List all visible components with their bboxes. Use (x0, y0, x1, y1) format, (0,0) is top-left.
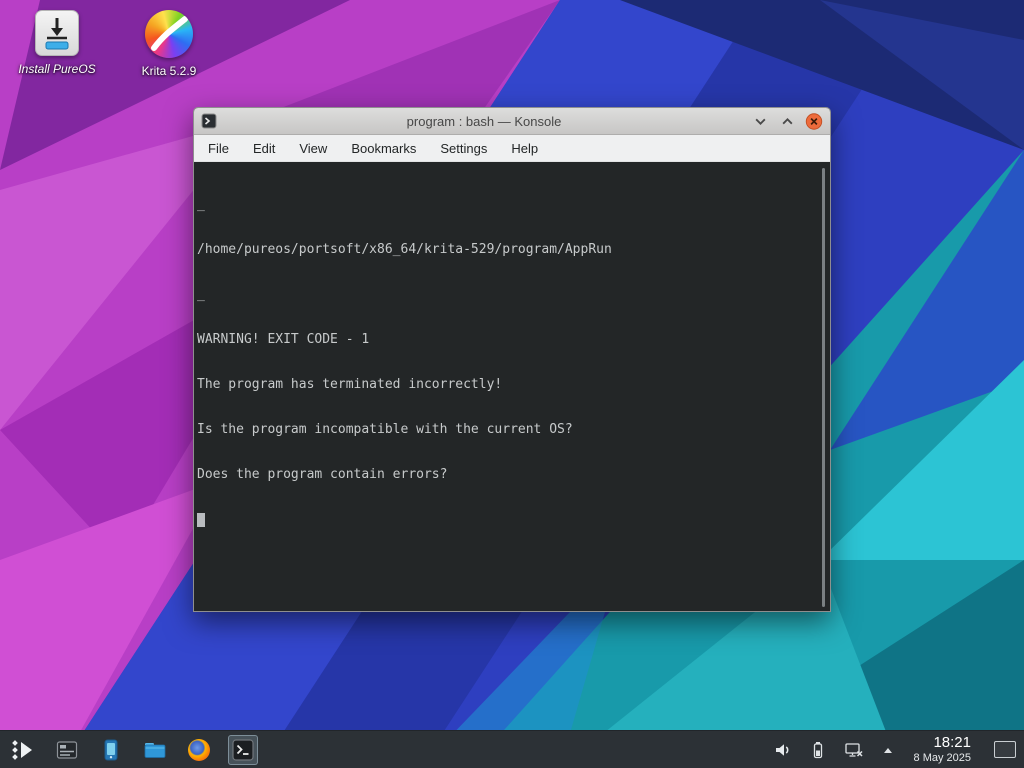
battery-button[interactable] (807, 735, 829, 765)
terminal-cursor (197, 513, 205, 527)
desktop: Install PureOS Krita 5.2.9 program : bas… (0, 0, 1024, 768)
terminal-line: The program has terminated incorrectly! (197, 377, 503, 392)
window-close-button[interactable] (805, 112, 823, 130)
phone-app-icon (104, 739, 118, 760)
chevron-down-icon (755, 118, 765, 125)
menu-help[interactable]: Help (505, 141, 544, 156)
display-indicator-icon (844, 742, 863, 757)
tray-expander-button[interactable] (879, 735, 897, 765)
desktop-icon-label: Install PureOS (18, 62, 96, 76)
taskbar: 18:21 8 May 2025 (0, 730, 1024, 768)
menu-edit[interactable]: Edit (247, 141, 281, 156)
window-menu-button[interactable] (751, 112, 769, 130)
menu-file[interactable]: File (202, 141, 235, 156)
terminal-line: _ (197, 287, 205, 302)
firefox-icon (188, 738, 210, 761)
window-menubar: File Edit View Bookmarks Settings Help (194, 135, 830, 162)
volume-button[interactable] (770, 735, 794, 765)
firefox-button[interactable] (184, 735, 214, 765)
desktop-icon-krita[interactable]: Krita 5.2.9 (126, 10, 212, 78)
terminal-line: _ (197, 197, 205, 212)
app-launcher-button[interactable] (8, 735, 38, 765)
system-tray: 18:21 8 May 2025 (770, 735, 1016, 765)
chevron-up-icon (883, 747, 892, 753)
terminal-line: Is the program incompatible with the cur… (197, 422, 573, 437)
desktop-icon-install-pureos[interactable]: Install PureOS (14, 10, 100, 76)
system-monitor-icon (56, 740, 78, 759)
menu-bookmarks[interactable]: Bookmarks (345, 141, 422, 156)
terminal-line: Does the program contain errors? (197, 467, 448, 482)
download-arrow-icon (45, 18, 69, 50)
phone-app-button[interactable] (96, 735, 126, 765)
clock-widget[interactable]: 18:21 8 May 2025 (914, 735, 971, 764)
terminal-output[interactable]: _ /home/pureos/portsoft/x86_64/krita-529… (194, 162, 830, 611)
volume-icon (775, 743, 788, 756)
window-titlebar[interactable]: program : bash — Konsole (194, 108, 830, 135)
krita-icon (145, 10, 193, 58)
krita-brush-stroke (151, 12, 191, 51)
close-icon (805, 112, 823, 130)
window-shade-button[interactable] (778, 112, 796, 130)
window-buttons (751, 112, 823, 130)
install-pureos-icon (35, 10, 79, 56)
taskbar-left (8, 734, 258, 765)
terminal-line: WARNING! EXIT CODE - 1 (197, 332, 370, 347)
terminal-cursor-line (197, 512, 814, 527)
terminal-scrollbar[interactable] (822, 168, 825, 607)
battery-icon (813, 741, 822, 758)
app-launcher-icon (12, 739, 32, 760)
konsole-window: program : bash — Konsole File Edit View … (193, 107, 831, 612)
show-desktop-button[interactable] (994, 741, 1016, 758)
terminal-line: /home/pureos/portsoft/x86_64/krita-529/p… (197, 242, 612, 257)
folder-icon (144, 742, 166, 758)
display-indicator-button[interactable] (842, 735, 866, 765)
menu-settings[interactable]: Settings (434, 141, 493, 156)
file-manager-button[interactable] (140, 735, 170, 765)
desktop-icon-label: Krita 5.2.9 (141, 64, 197, 78)
konsole-app-icon (201, 113, 217, 129)
clock-time: 18:21 (933, 734, 971, 752)
system-monitor-button[interactable] (52, 735, 82, 765)
konsole-task-button[interactable] (228, 734, 258, 765)
konsole-icon (232, 738, 254, 761)
clock-date: 8 May 2025 (913, 751, 971, 764)
chevron-up-icon (782, 117, 792, 124)
menu-view[interactable]: View (293, 141, 333, 156)
window-title: program : bash — Konsole (406, 113, 562, 129)
